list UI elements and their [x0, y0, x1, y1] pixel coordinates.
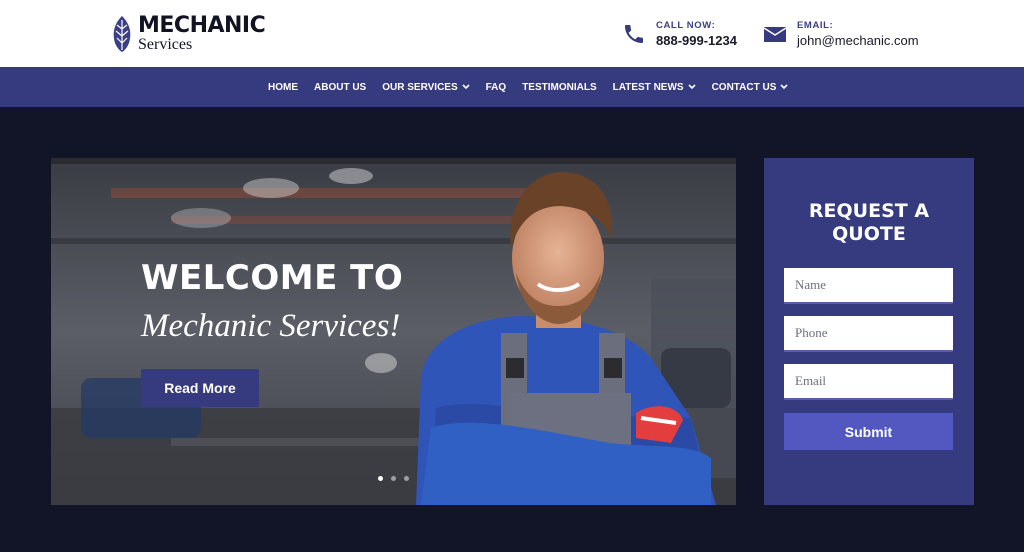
nav-contact-label: CONTACT US — [711, 81, 777, 93]
chevron-down-icon — [688, 84, 696, 90]
quote-title: REQUEST A QUOTE — [808, 200, 930, 245]
request-quote-panel: REQUEST A QUOTE Submit — [764, 158, 974, 505]
chevron-down-icon — [780, 84, 788, 90]
hero-title: WELCOME TO — [141, 258, 404, 298]
chevron-down-icon — [462, 84, 470, 90]
nav-about-us[interactable]: ABOUT US — [314, 82, 366, 93]
top-header: MECHANIC Services CALL NOW: 888-999-1234… — [0, 0, 1024, 67]
nav-faq-label: FAQ — [485, 81, 507, 93]
email-input[interactable] — [784, 364, 953, 400]
site-logo[interactable]: MECHANIC Services — [111, 14, 271, 54]
logo-title: MECHANIC — [138, 13, 266, 38]
nav-testimonials[interactable]: TESTIMONIALS — [522, 82, 596, 93]
submit-button[interactable]: Submit — [784, 413, 953, 450]
email-label: EMAIL: — [797, 20, 834, 31]
nav-contact-us[interactable]: CONTACT US — [712, 82, 789, 93]
slider-dot-1[interactable] — [378, 476, 383, 481]
nav-our-services[interactable]: OUR SERVICES — [382, 81, 470, 93]
hero-subtitle: Mechanic Services! — [141, 308, 401, 344]
nav-faq[interactable]: FAQ — [486, 82, 507, 93]
nav-testimonials-label: TESTIMONIALS — [522, 81, 597, 93]
logo-subtitle: Services — [138, 36, 193, 53]
envelope-icon — [763, 27, 787, 42]
phone-icon — [625, 25, 643, 43]
email-address[interactable]: john@mechanic.com — [797, 33, 919, 48]
hero-slider[interactable]: WELCOME TO Mechanic Services! Read More — [51, 158, 736, 505]
phone-label: CALL NOW: — [656, 20, 716, 31]
main-nav: HOME ABOUT US OUR SERVICES FAQ TESTIMONI… — [0, 67, 1024, 107]
nav-news-label: LATEST NEWS — [612, 81, 684, 93]
phone-contact: CALL NOW: 888-999-1234 — [622, 20, 737, 48]
name-input[interactable] — [784, 268, 953, 304]
slider-dot-3[interactable] — [404, 476, 409, 481]
leaf-logo-icon — [113, 16, 131, 52]
phone-number[interactable]: 888-999-1234 — [656, 33, 737, 48]
read-more-button[interactable]: Read More — [141, 369, 259, 407]
nav-services-label: OUR SERVICES — [382, 81, 458, 93]
nav-latest-news[interactable]: LATEST NEWS — [613, 82, 696, 93]
email-contact: EMAIL: john@mechanic.com — [763, 20, 919, 48]
nav-home[interactable]: HOME — [268, 82, 298, 93]
slider-dots — [378, 476, 417, 481]
phone-input[interactable] — [784, 316, 953, 352]
nav-about-label: ABOUT US — [314, 81, 367, 93]
slider-dot-2[interactable] — [391, 476, 396, 481]
nav-home-label: HOME — [268, 81, 298, 93]
